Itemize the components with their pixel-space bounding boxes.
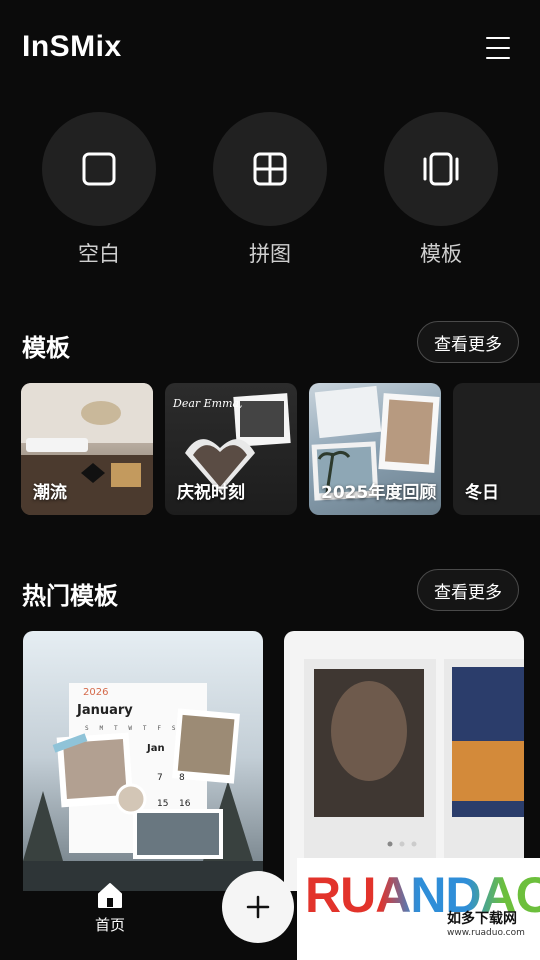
nav-home-label: 首页 xyxy=(94,916,125,934)
hot-template-thumbnail-photo-strip xyxy=(304,659,524,859)
collage-button[interactable]: 拼图 xyxy=(212,112,328,268)
calendar-day: 7 xyxy=(157,773,163,783)
svg-text:Dear Emma,: Dear Emma, xyxy=(172,397,243,410)
hot-template-card-photo-strip[interactable] xyxy=(284,631,524,891)
blank-canvas-button[interactable]: 空白 xyxy=(41,112,157,268)
templates-view-more-button[interactable]: 查看更多 xyxy=(417,321,519,363)
calendar-day: 8 xyxy=(179,773,185,783)
carousel-icon xyxy=(423,152,459,186)
template-card-trend[interactable]: 潮流 xyxy=(21,383,153,515)
app-logo: InSMix xyxy=(22,30,122,63)
template-card-year-review[interactable]: 2025年度回顾 xyxy=(309,383,441,515)
blank-canvas-label: 空白 xyxy=(78,242,120,266)
calendar-year: 2026 xyxy=(83,687,109,698)
grid-four-icon xyxy=(253,152,287,186)
template-card-winter[interactable]: 冬日 xyxy=(453,383,540,515)
template-button[interactable]: 模板 xyxy=(383,112,499,268)
hot-template-thumbnail-calendar xyxy=(23,683,263,891)
app-header: InSMix xyxy=(0,0,540,100)
watermark-subtitle: 如多下载网 xyxy=(447,911,517,927)
hamburger-menu-icon[interactable] xyxy=(482,34,514,62)
calendar-month-short: Jan xyxy=(147,743,165,754)
template-label-celebration: 庆祝时刻 xyxy=(177,483,245,503)
calendar-month-title: January xyxy=(77,703,133,718)
hot-templates-section-title: 热门模板 xyxy=(22,582,118,610)
square-icon xyxy=(82,152,116,186)
watermark-url: www.ruaduo.com xyxy=(447,928,525,938)
template-label-year-review: 2025年度回顾 xyxy=(321,483,437,503)
template-card-celebration[interactable]: Dear Emma, 庆祝时刻 xyxy=(165,383,297,515)
calendar-weekday-row: S M T W T F S xyxy=(85,725,176,732)
home-icon xyxy=(98,883,122,908)
template-label-trend: 潮流 xyxy=(33,483,67,503)
templates-carousel: 潮流 Dear Emma, 庆祝时刻 2025年度回顾 冬日 xyxy=(0,383,540,515)
templates-section-title: 模板 xyxy=(22,334,70,362)
hot-templates-carousel: 2026 January Jan S M T W T F S 7 8 15 16 xyxy=(0,631,540,891)
collage-label: 拼图 xyxy=(249,242,291,266)
nav-home-tab[interactable]: 首页 xyxy=(80,880,140,935)
create-fab-button[interactable] xyxy=(222,871,294,943)
calendar-day: 16 xyxy=(179,799,191,809)
template-label: 模板 xyxy=(420,242,462,266)
template-label-winter: 冬日 xyxy=(465,483,499,503)
quick-actions: 空白 拼图 模板 xyxy=(0,112,540,272)
hot-templates-view-more-button[interactable]: 查看更多 xyxy=(417,569,519,611)
hot-template-card-calendar[interactable]: 2026 January Jan S M T W T F S 7 8 15 16 xyxy=(23,631,263,891)
calendar-day: 15 xyxy=(157,799,169,809)
site-watermark: RUANDAO 如多下载网 www.ruaduo.com xyxy=(297,858,540,960)
plus-icon xyxy=(246,895,270,919)
